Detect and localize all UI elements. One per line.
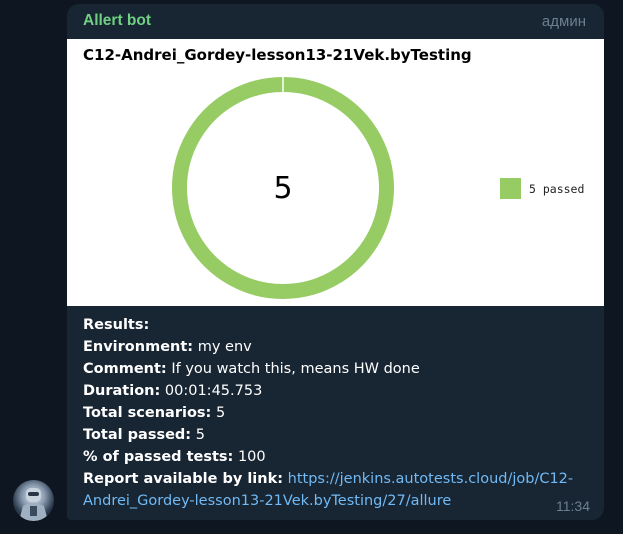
- comment-value: If you watch this, means HW done: [171, 361, 420, 377]
- report-chart-image[interactable]: C12-Andrei_Gordey-lesson13-21Vek.byTesti…: [67, 39, 604, 306]
- environment-line: Environment: my env: [83, 336, 593, 358]
- total-scenarios-value: 5: [215, 405, 226, 421]
- percent-passed-line: % of passed tests: 100: [83, 446, 593, 468]
- duration-line: Duration: 00:01:45.753: [83, 380, 593, 402]
- robot-icon: [19, 488, 48, 521]
- report-link-line: Report available by link: https://jenkin…: [83, 468, 593, 512]
- duration-label: Duration:: [83, 383, 161, 399]
- message-bubble: Allert bot админ C12-Andrei_Gordey-lesso…: [67, 4, 604, 520]
- total-scenarios-label: Total scenarios:: [83, 405, 212, 421]
- total-passed-value: 5: [195, 427, 205, 443]
- environment-label: Environment:: [83, 339, 194, 355]
- legend-label-0: 5 passed: [529, 182, 584, 196]
- sender-name[interactable]: Allert bot: [83, 12, 151, 30]
- report-text: Results: Environment: my env Comment: If…: [83, 314, 593, 512]
- percent-passed-label: % of passed tests:: [83, 449, 234, 465]
- sender-role-badge: админ: [541, 13, 586, 30]
- chart-title: C12-Andrei_Gordey-lesson13-21Vek.byTesti…: [83, 46, 472, 64]
- legend-swatch-0: [500, 178, 521, 199]
- comment-label: Comment:: [83, 361, 167, 377]
- bot-avatar[interactable]: [13, 480, 54, 521]
- report-link-label: Report available by link:: [83, 471, 284, 487]
- chart-center-label: 5: [273, 171, 292, 206]
- message-timestamp: 11:34: [556, 498, 590, 514]
- percent-passed-value: 100: [237, 449, 266, 465]
- comment-line: Comment: If you watch this, means HW don…: [83, 358, 593, 380]
- environment-value: my env: [197, 339, 252, 355]
- donut-chart: C12-Andrei_Gordey-lesson13-21Vek.byTesti…: [83, 46, 584, 299]
- total-passed-line: Total passed: 5: [83, 424, 593, 446]
- total-passed-label: Total passed:: [83, 427, 192, 443]
- total-scenarios-line: Total scenarios: 5: [83, 402, 593, 424]
- results-heading: Results:: [83, 317, 150, 333]
- duration-value: 00:01:45.753: [164, 383, 263, 399]
